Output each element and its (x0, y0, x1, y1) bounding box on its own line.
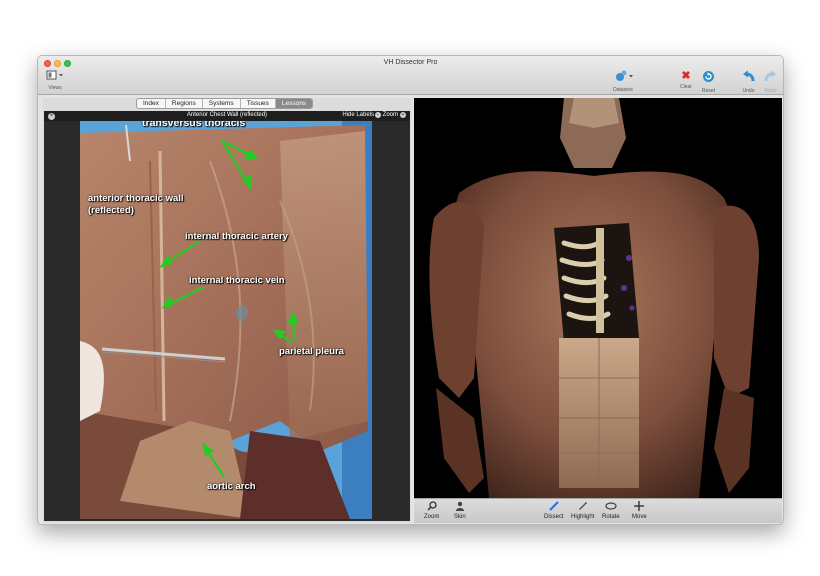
redo-button[interactable]: Redo (764, 70, 777, 94)
magnifier-icon (424, 501, 439, 514)
views-label: Views (48, 85, 62, 91)
views-icon (46, 70, 64, 84)
person-icon (454, 501, 466, 514)
move-tool-label: Move (632, 514, 647, 520)
tool-bar: Zoom Skin Dissect Highlight Rotate Move (414, 498, 782, 523)
redo-arrow-icon (764, 70, 777, 87)
move-tool-button[interactable]: Move (632, 501, 647, 520)
model-pane: Zoom Skin Dissect Highlight Rotate Move (414, 98, 782, 523)
undo-label: Undo (742, 88, 755, 94)
zoom-label: Zoom (382, 112, 398, 118)
zoom-tool-button[interactable]: Zoom (424, 501, 439, 520)
app-window: VH Dissector Pro Views Datasets ✖ Clear … (37, 55, 784, 525)
rotate-tool-label: Rotate (602, 514, 620, 520)
lesson-pane: Index Regions Systems Tissues Lessons × … (43, 98, 411, 523)
undo-button[interactable]: Undo (742, 70, 755, 94)
tab-regions[interactable]: Regions (166, 99, 203, 108)
reset-icon (702, 70, 715, 87)
redo-label: Redo (764, 88, 777, 94)
title-bar: VH Dissector Pro Views Datasets ✖ Clear … (38, 56, 783, 95)
undo-arrow-icon (742, 70, 755, 87)
zoom-control: − Zoom + (374, 112, 406, 118)
label-transversus-thoracis: transversus thoracis (142, 121, 246, 129)
dissect-tool-button[interactable]: Dissect (544, 501, 564, 520)
label-aortic-arch: aortic arch (207, 481, 256, 492)
window-title: VH Dissector Pro (383, 59, 438, 66)
label-reflected: (reflected) (88, 205, 134, 216)
hide-labels-label: Hide Labels (342, 112, 374, 118)
datasets-icon (612, 70, 634, 86)
views-button[interactable]: Views (46, 70, 64, 91)
label-anterior-thoracic-wall: anterior thoracic wall (88, 193, 184, 204)
reset-label: Reset (702, 88, 716, 94)
lesson-viewer: × Anterior Chest Wall (reflected) Hide L… (44, 111, 410, 521)
label-parietal-pleura: parietal pleura (279, 346, 344, 357)
skin-tool-label: Skin (454, 514, 466, 520)
skin-tool-button[interactable]: Skin (454, 501, 466, 520)
browser-tabs: Index Regions Systems Tissues Lessons (136, 98, 314, 109)
main-content: Index Regions Systems Tissues Lessons × … (38, 95, 783, 524)
tab-lessons[interactable]: Lessons (275, 99, 313, 108)
zoom-tool-label: Zoom (424, 514, 440, 520)
highlight-tool-label: Highlight (571, 514, 595, 520)
x-icon: ✖ (681, 70, 691, 82)
move-cross-icon (632, 501, 647, 514)
datasets-label: Datasets (613, 87, 633, 93)
zoom-in-button[interactable]: + (400, 112, 406, 118)
scalpel-icon (544, 501, 564, 514)
highlight-tool-button[interactable]: Highlight (571, 501, 594, 520)
dissect-tool-label: Dissect (544, 514, 564, 520)
viewer-header: × Anterior Chest Wall (reflected) Hide L… (44, 111, 410, 121)
tab-index[interactable]: Index (137, 99, 166, 108)
rotate-tool-button[interactable]: Rotate (602, 501, 620, 520)
tab-systems[interactable]: Systems (203, 99, 241, 108)
datasets-button[interactable]: Datasets (612, 70, 634, 93)
rotate-icon (602, 501, 620, 514)
dissection-image (80, 121, 372, 519)
hide-labels-button[interactable]: Hide Labels (342, 112, 374, 118)
dissection-photo: transversus thoracis anterior thoracic w… (80, 121, 372, 519)
pencil-icon (571, 501, 594, 514)
anatomy-model-render (414, 98, 782, 498)
tab-tissues[interactable]: Tissues (241, 99, 276, 108)
reset-button[interactable]: Reset (702, 70, 715, 94)
clear-label: Clear (680, 84, 692, 90)
label-internal-thoracic-artery: internal thoracic artery (185, 231, 288, 242)
label-internal-thoracic-vein: internal thoracic vein (189, 275, 285, 286)
zoom-out-button[interactable]: − (374, 112, 381, 118)
clear-button[interactable]: ✖ Clear (680, 70, 692, 90)
3d-model-view[interactable] (414, 98, 782, 498)
